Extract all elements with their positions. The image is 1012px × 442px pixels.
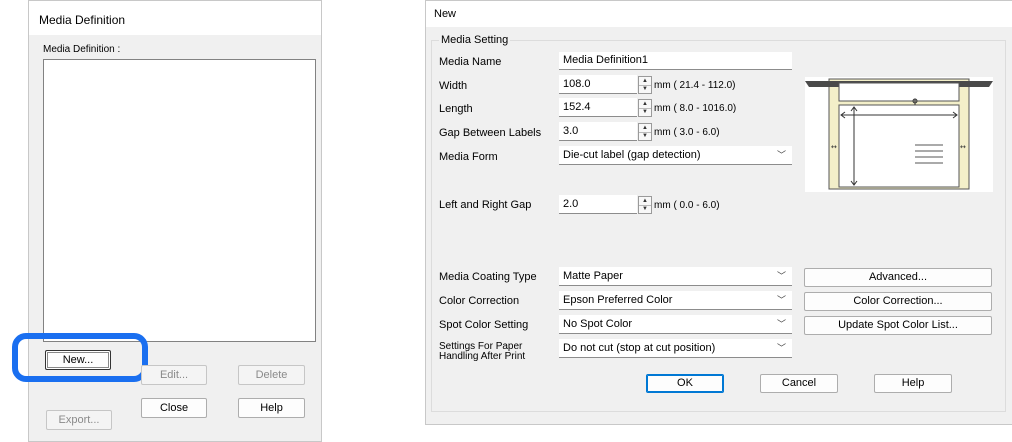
color-correction-select[interactable]: Epson Preferred Color ﹀ xyxy=(559,291,792,310)
chevron-down-icon: ﹀ xyxy=(776,319,786,329)
close-button[interactable]: Close xyxy=(141,398,207,418)
gap-label: Gap Between Labels xyxy=(439,127,542,139)
spot-color-label: Spot Color Setting xyxy=(439,319,529,331)
length-spinner-icon[interactable]: ▲ ▼ xyxy=(638,99,652,117)
chevron-down-icon: ﹀ xyxy=(776,343,786,353)
color-correction-value: Epson Preferred Color xyxy=(563,294,673,306)
svg-text:↔: ↔ xyxy=(831,143,837,151)
spot-color-value: No Spot Color xyxy=(563,318,633,330)
edit-button[interactable]: Edit... xyxy=(141,365,207,385)
length-range: mm ( 8.0 - 1016.0) xyxy=(654,103,737,114)
width-range: mm ( 21.4 - 112.0) xyxy=(654,80,736,91)
length-input[interactable]: 152.4 xyxy=(559,98,637,117)
width-label: Width xyxy=(439,80,468,92)
gap-spinner-icon[interactable]: ▲ ▼ xyxy=(638,123,652,141)
dialog-title: Media Definition xyxy=(39,13,126,27)
coating-value: Matte Paper xyxy=(563,270,623,282)
title-bar xyxy=(426,1,1012,27)
width-input[interactable]: 108.0 xyxy=(559,75,637,94)
export-button[interactable]: Export... xyxy=(46,410,112,430)
media-form-select[interactable]: Die-cut label (gap detection) ﹀ xyxy=(559,146,792,165)
help-button[interactable]: Help xyxy=(238,398,305,418)
dialog-title: New xyxy=(434,8,457,20)
chevron-down-icon: ﹀ xyxy=(776,150,786,160)
new-button[interactable]: New... xyxy=(45,350,111,370)
coating-select[interactable]: Matte Paper ﹀ xyxy=(559,267,792,286)
list-label: Media Definition : xyxy=(43,44,121,55)
svg-text:↔: ↔ xyxy=(960,143,966,151)
lr-gap-input[interactable]: 2.0 xyxy=(559,195,637,214)
color-correction-label: Color Correction xyxy=(439,295,520,307)
media-form-value: Die-cut label (gap detection) xyxy=(563,149,701,161)
label-diagram-icon: ↔ ↔ xyxy=(805,77,993,192)
media-definition-dialog: Media Definition Media Definition : New.… xyxy=(12,0,322,442)
coating-label: Media Coating Type xyxy=(439,271,537,283)
advanced-button[interactable]: Advanced... xyxy=(804,268,992,287)
media-name-input[interactable]: Media Definition1 xyxy=(559,52,792,70)
gap-input[interactable]: 3.0 xyxy=(559,122,637,141)
ok-button[interactable]: OK xyxy=(646,374,724,393)
new-media-dialog: New Media Setting Media Name Media Defin… xyxy=(425,0,1012,425)
after-print-value: Do not cut (stop at cut position) xyxy=(563,342,716,354)
gap-range: mm ( 3.0 - 6.0) xyxy=(654,127,720,138)
lr-gap-label: Left and Right Gap xyxy=(439,199,532,211)
width-spinner-icon[interactable]: ▲ ▼ xyxy=(638,76,652,94)
chevron-down-icon: ﹀ xyxy=(776,295,786,305)
lr-gap-spinner-icon[interactable]: ▲ ▼ xyxy=(638,196,652,214)
media-name-label: Media Name xyxy=(439,56,502,68)
after-print-select[interactable]: Do not cut (stop at cut position) ﹀ xyxy=(559,339,792,358)
delete-button[interactable]: Delete xyxy=(238,365,305,385)
media-definition-list[interactable] xyxy=(43,59,316,342)
group-title: Media Setting xyxy=(439,34,511,46)
media-form-label: Media Form xyxy=(439,151,498,163)
update-spot-color-button[interactable]: Update Spot Color List... xyxy=(804,316,992,335)
help-button[interactable]: Help xyxy=(874,374,952,393)
color-correction-button[interactable]: Color Correction... xyxy=(804,292,992,311)
chevron-down-icon: ﹀ xyxy=(776,271,786,281)
spot-color-select[interactable]: No Spot Color ﹀ xyxy=(559,315,792,334)
length-label: Length xyxy=(439,103,473,115)
cancel-button[interactable]: Cancel xyxy=(760,374,838,393)
after-print-label-line2: Handling After Print xyxy=(439,351,526,362)
lr-gap-range: mm ( 0.0 - 6.0) xyxy=(654,200,720,211)
